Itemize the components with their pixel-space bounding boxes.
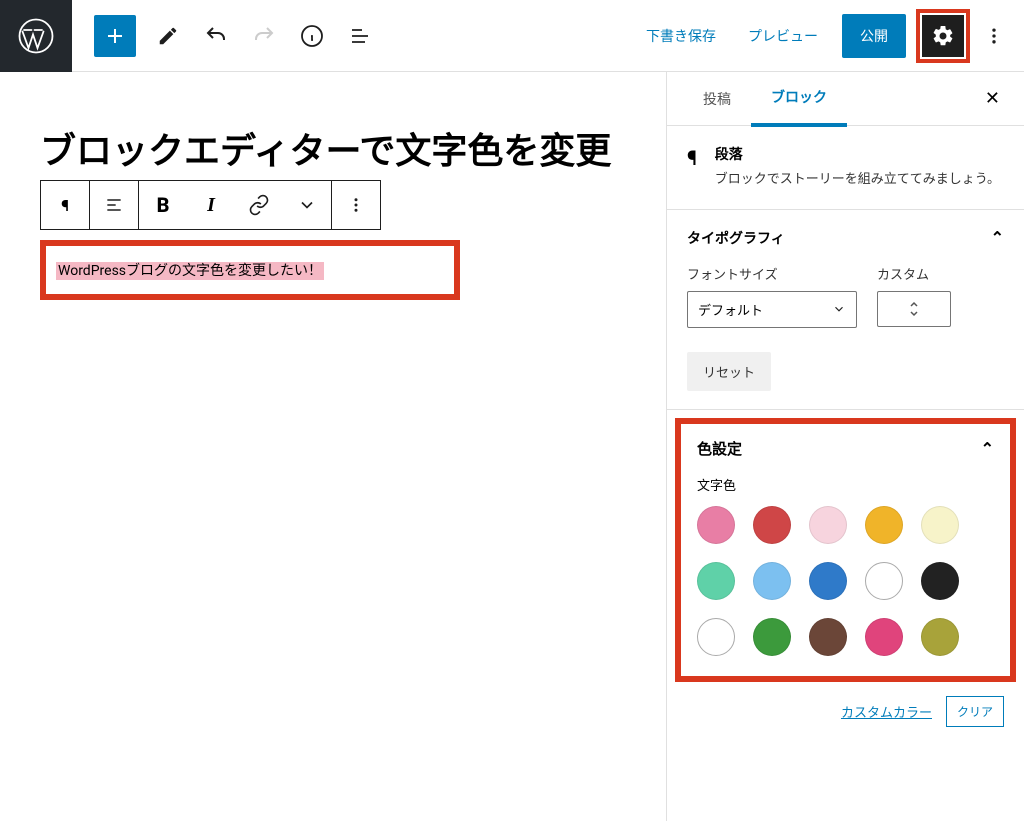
tab-block[interactable]: ブロック xyxy=(751,72,847,127)
color-swatch[interactable] xyxy=(865,562,903,600)
settings-button[interactable] xyxy=(922,15,964,57)
color-swatch[interactable] xyxy=(865,506,903,544)
edit-icon[interactable] xyxy=(144,12,192,60)
color-swatch[interactable] xyxy=(697,562,735,600)
color-swatch[interactable] xyxy=(921,506,959,544)
text-color-label: 文字色 xyxy=(697,475,994,494)
color-swatch[interactable] xyxy=(865,618,903,656)
settings-highlight xyxy=(916,9,970,63)
font-size-select[interactable]: デフォルト xyxy=(687,291,857,328)
info-icon[interactable] xyxy=(288,12,336,60)
color-swatch[interactable] xyxy=(921,562,959,600)
block-toolbar: ¶ B I xyxy=(40,180,381,230)
block-type-title: 段落 xyxy=(715,144,1000,164)
paragraph-icon: ¶ xyxy=(687,144,697,191)
custom-size-label: カスタム xyxy=(877,264,951,283)
paragraph-block[interactable]: WordPressブログの文字色を変更したい！ xyxy=(56,262,324,280)
clear-color-button[interactable]: クリア xyxy=(946,696,1004,727)
color-swatch[interactable] xyxy=(753,618,791,656)
italic-button[interactable]: I xyxy=(187,181,235,229)
close-icon[interactable]: ✕ xyxy=(977,80,1008,117)
block-more-icon[interactable] xyxy=(332,181,380,229)
custom-size-input[interactable] xyxy=(877,291,951,327)
preview-button[interactable]: プレビュー xyxy=(734,18,832,54)
link-icon[interactable] xyxy=(235,181,283,229)
align-icon[interactable] xyxy=(90,181,138,229)
color-panel-toggle[interactable]: 色設定 ⌃ xyxy=(697,438,994,459)
color-swatch[interactable] xyxy=(809,506,847,544)
more-options-icon[interactable] xyxy=(974,16,1014,56)
color-swatch[interactable] xyxy=(753,506,791,544)
chevron-down-icon[interactable] xyxy=(283,181,331,229)
chevron-up-icon: ⌃ xyxy=(981,439,994,458)
typography-panel-toggle[interactable]: タイポグラフィ ⌃ xyxy=(687,228,1004,248)
undo-icon[interactable] xyxy=(192,12,240,60)
reset-button[interactable]: リセット xyxy=(687,352,771,391)
bold-button[interactable]: B xyxy=(139,181,187,229)
add-block-button[interactable] xyxy=(94,15,136,57)
selected-block-highlight: WordPressブログの文字色を変更したい！ xyxy=(40,240,460,300)
typography-heading: タイポグラフィ xyxy=(687,228,785,248)
color-swatch[interactable] xyxy=(921,618,959,656)
chevron-up-icon: ⌃ xyxy=(991,228,1004,247)
outline-icon[interactable] xyxy=(336,12,384,60)
tab-post[interactable]: 投稿 xyxy=(683,73,751,125)
block-type-description: ブロックでストーリーを組み立ててみましょう。 xyxy=(715,170,1000,191)
post-title[interactable]: ブロックエディターで文字色を変更 xyxy=(40,122,626,174)
publish-button[interactable]: 公開 xyxy=(842,14,906,58)
wordpress-logo[interactable] xyxy=(0,0,72,72)
font-size-label: フォントサイズ xyxy=(687,264,857,283)
redo-icon[interactable] xyxy=(240,12,288,60)
color-swatch[interactable] xyxy=(697,506,735,544)
custom-color-link[interactable]: カスタムカラー xyxy=(841,702,932,721)
save-draft-button[interactable]: 下書き保存 xyxy=(632,18,730,54)
paragraph-type-icon[interactable]: ¶ xyxy=(41,181,89,229)
color-swatch[interactable] xyxy=(753,562,791,600)
color-swatch[interactable] xyxy=(809,562,847,600)
color-swatch[interactable] xyxy=(697,618,735,656)
color-swatch[interactable] xyxy=(809,618,847,656)
color-panel-highlight: 色設定 ⌃ 文字色 xyxy=(675,418,1016,682)
color-heading: 色設定 xyxy=(697,438,742,459)
